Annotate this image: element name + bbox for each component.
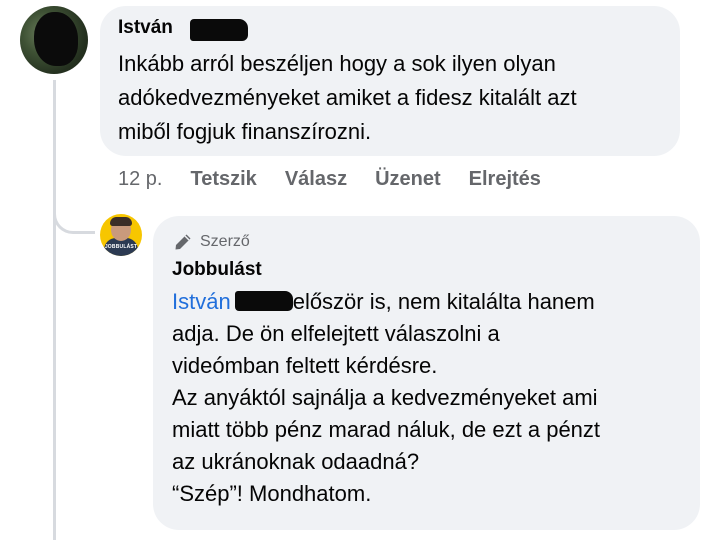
comment-text-line: adókedvezményeket amiket a fidesz kitalá…	[118, 85, 577, 110]
reply-connector-curve	[53, 180, 95, 234]
reply-text-first-line: István először is, nem kitalálta hanem	[172, 286, 692, 318]
comment-timestamp[interactable]: 12 p.	[118, 168, 162, 191]
pen-icon	[175, 234, 191, 250]
comment-text-line: miből fogjuk finanszírozni.	[118, 119, 372, 144]
comment-author-name[interactable]: István	[118, 17, 173, 39]
reply-text-line: “Szép”! Mondhatom.	[172, 481, 372, 506]
mention-redaction	[234, 291, 293, 311]
name-redaction	[190, 19, 248, 41]
comment-actions-bar: 12 p. Tetszik Válasz Üzenet Elrejtés	[118, 168, 569, 191]
avatar-redaction	[34, 12, 78, 66]
message-button[interactable]: Üzenet	[375, 168, 441, 191]
reply-text-line: videómban feltett kérdésre.	[172, 353, 438, 378]
reply-text-line: Az anyáktól sajnálja a kedvezményeket am…	[172, 385, 598, 410]
author-badge-label: Szerző	[200, 233, 250, 250]
reply-text: István először is, nem kitalálta hanem ad…	[172, 286, 692, 510]
page-avatar[interactable]: JOBBULÁST	[100, 214, 142, 256]
author-badge: Szerző	[172, 231, 250, 253]
commenter-avatar[interactable]	[20, 6, 88, 74]
reply-text-segment: először is, nem kitalálta hanem	[292, 289, 595, 314]
comment-text-line: Inkább arról beszéljen hogy a sok ilyen …	[118, 51, 556, 76]
reply-button[interactable]: Válasz	[285, 168, 347, 191]
reply-author-name[interactable]: Jobbulást	[172, 259, 262, 281]
like-button[interactable]: Tetszik	[190, 168, 256, 191]
avatar-brand-text: JOBBULÁST	[104, 244, 138, 250]
reply-text-line: az ukránoknak odaadná?	[172, 449, 420, 474]
comment-text: Inkább arról beszéljen hogy a sok ilyen …	[118, 47, 678, 149]
thread-connector-line	[53, 80, 56, 540]
avatar-hair	[110, 217, 132, 226]
reply-text-line: adja. De ön elfelejtett válaszolni a	[172, 321, 500, 346]
mention-link[interactable]: István	[172, 289, 231, 314]
reply-text-line: miatt több pénz marad náluk, de ezt a pé…	[172, 417, 601, 442]
hide-button[interactable]: Elrejtés	[469, 168, 541, 191]
